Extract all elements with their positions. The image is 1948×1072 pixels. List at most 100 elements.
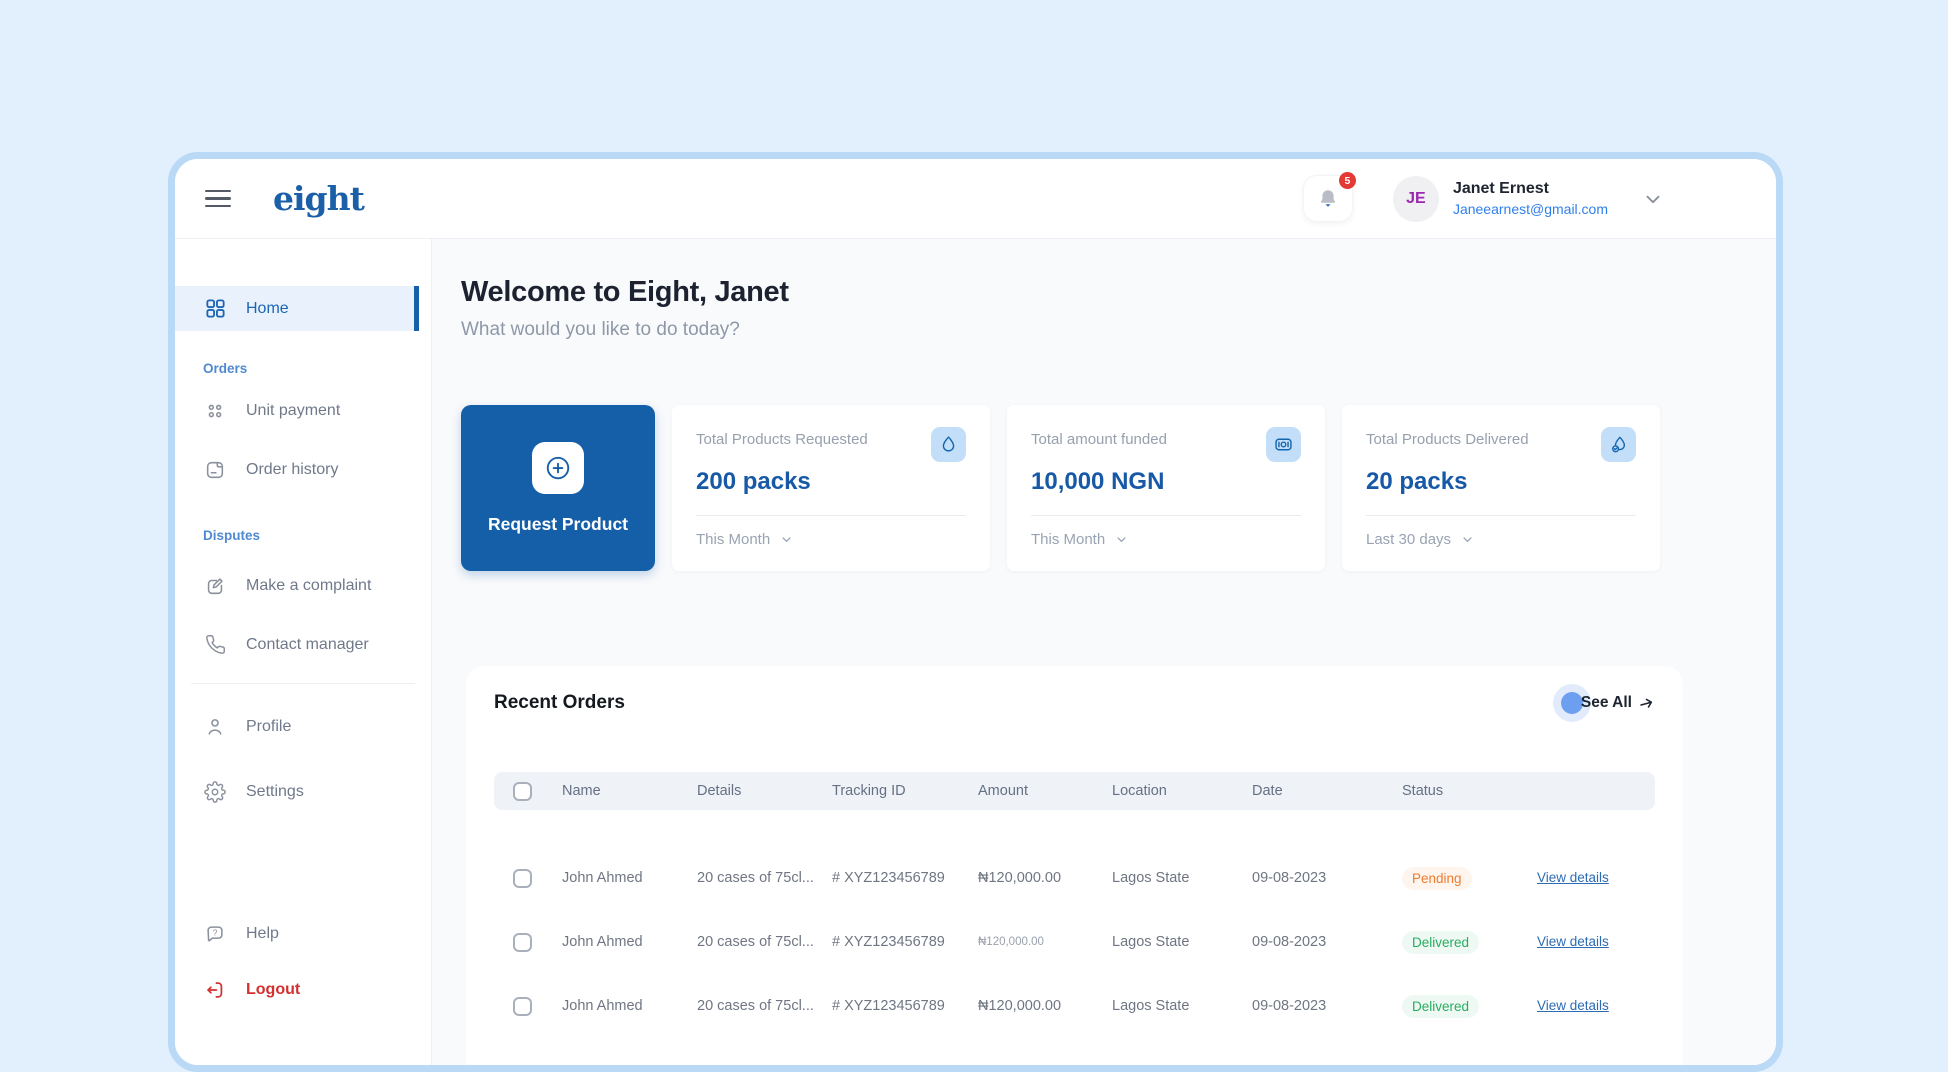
stat-card-products-delivered: Total Products Delivered 20 packs Last 3… (1342, 405, 1660, 571)
page-title: Welcome to Eight, Janet (461, 276, 789, 308)
view-details-link[interactable]: View details (1537, 998, 1609, 1013)
cell-details: 20 cases of 75cl... (697, 870, 814, 886)
stat-card-amount-funded: Total amount funded 10,000 NGN This Mont… (1007, 405, 1325, 571)
row-checkbox[interactable] (512, 932, 532, 952)
hamburger-menu-icon[interactable] (205, 185, 231, 213)
sidebar-item-unit-payment[interactable]: Unit payment (175, 388, 431, 433)
user-email: Janeearnest@gmail.com (1452, 201, 1608, 217)
avatar[interactable]: JE (1392, 175, 1439, 222)
orders-table: Name Details Tracking ID Amount Location… (494, 772, 1655, 1038)
app-logo: eight (273, 179, 365, 218)
column-header-date: Date (1252, 783, 1283, 799)
view-details-link[interactable]: View details (1537, 870, 1609, 885)
sidebar-item-label: Make a complaint (246, 576, 372, 594)
column-header-amount: Amount (978, 783, 1028, 799)
document-clock-icon (203, 459, 227, 481)
app-header: eight 5 JE Janet Ernest Janeearnest@gmai… (175, 159, 1776, 239)
svg-text:?: ? (213, 927, 218, 937)
cell-name: John Ahmed (562, 870, 643, 886)
sidebar-section-orders: Orders (203, 361, 248, 376)
cell-location: Lagos State (1112, 870, 1190, 886)
cell-name: John Ahmed (562, 934, 643, 950)
notification-badge: 5 (1338, 172, 1356, 189)
sidebar-item-help[interactable]: ? Help (175, 911, 431, 956)
bell-icon (1316, 187, 1340, 211)
cell-date: 09-08-2023 (1252, 870, 1327, 886)
stat-title: Total amount funded (1031, 431, 1167, 448)
period-dropdown[interactable]: Last 30 days (1366, 531, 1475, 548)
user-menu-chevron-down-icon[interactable] (1642, 188, 1664, 210)
chevron-down-icon (1114, 532, 1129, 547)
help-bubble-icon: ? (203, 923, 227, 945)
user-info: Janet Ernest Janeearnest@gmail.com (1453, 180, 1608, 217)
period-dropdown[interactable]: This Month (696, 531, 794, 548)
period-label: This Month (696, 531, 771, 548)
column-header-name: Name (562, 783, 601, 799)
status-badge: Delivered (1402, 994, 1480, 1018)
stat-value: 10,000 NGN (1031, 468, 1165, 495)
chevron-down-icon (779, 532, 794, 547)
plus-circle-icon (532, 441, 584, 494)
request-product-label: Request Product (487, 513, 629, 534)
stats-cards-row: Request Product Total Products Requested… (461, 405, 1776, 571)
stat-card-products-requested: Total Products Requested 200 packs This … (672, 405, 990, 571)
droplet-check-icon (1601, 427, 1636, 462)
column-header-status: Status (1402, 783, 1444, 799)
row-checkbox[interactable] (512, 868, 532, 888)
cash-icon (1266, 427, 1301, 462)
cell-amount: ₦120,000.00 (978, 936, 1044, 948)
status-badge: Delivered (1402, 930, 1480, 954)
column-header-location: Location (1112, 783, 1167, 799)
page-subtitle: What would you like to do today? (461, 319, 740, 340)
arrow-right-icon (1636, 693, 1657, 714)
period-label: Last 30 days (1366, 531, 1452, 548)
sidebar-item-home[interactable]: Home (175, 286, 419, 331)
droplet-icon (931, 427, 966, 462)
main-content: Welcome to Eight, Janet What would you l… (432, 239, 1776, 1065)
request-product-button[interactable]: Request Product (461, 405, 655, 571)
header-right: 5 JE Janet Ernest Janeearnest@gmail.com (1302, 172, 1664, 222)
sidebar-item-order-history[interactable]: Order history (175, 447, 431, 492)
user-icon (203, 716, 227, 738)
cell-tracking-id: # XYZ123456789 (832, 934, 945, 950)
sidebar-item-profile[interactable]: Profile (175, 704, 431, 749)
sidebar-item-contact-manager[interactable]: Contact manager (175, 622, 431, 667)
user-name: Janet Ernest (1452, 180, 1549, 197)
see-all-link[interactable]: See All (1560, 692, 1657, 714)
sidebar-item-label: Home (246, 299, 289, 317)
stat-value: 20 packs (1366, 468, 1468, 495)
table-row: John Ahmed 20 cases of 75cl... # XYZ1234… (494, 910, 1655, 974)
sidebar-divider (191, 683, 415, 684)
cell-amount: ₦120,000.00 (978, 870, 1062, 886)
divider (1031, 515, 1301, 516)
period-dropdown[interactable]: This Month (1031, 531, 1129, 548)
logout-icon (203, 979, 227, 1001)
table-row: John Ahmed 20 cases of 75cl... # XYZ1234… (494, 846, 1655, 910)
stat-value: 200 packs (696, 468, 811, 495)
sidebar-item-label: Settings (246, 782, 304, 800)
stat-title: Total Products Requested (696, 431, 868, 448)
sidebar-item-label: Logout (246, 980, 301, 998)
table-header-row: Name Details Tracking ID Amount Location… (494, 772, 1655, 810)
row-checkbox[interactable] (512, 996, 532, 1016)
sidebar-item-settings[interactable]: Settings (175, 769, 431, 814)
column-header-tracking-id: Tracking ID (832, 783, 906, 799)
period-label: This Month (1031, 531, 1106, 548)
cell-location: Lagos State (1112, 934, 1190, 950)
recent-orders-panel: Recent Orders See All Name Details Track… (466, 666, 1683, 1065)
sidebar-item-make-a-complaint[interactable]: Make a complaint (175, 563, 431, 608)
table-row: John Ahmed 20 cases of 75cl... # XYZ1234… (494, 974, 1655, 1038)
notifications-button[interactable]: 5 (1302, 172, 1356, 222)
stat-title: Total Products Delivered (1366, 431, 1529, 448)
phone-icon (203, 634, 227, 655)
dots-grid-icon (203, 400, 227, 422)
sidebar-item-label: Profile (246, 717, 292, 735)
grid-icon (203, 297, 227, 320)
app-window: eight 5 JE Janet Ernest Janeearnest@gmai… (168, 152, 1783, 1072)
cursor-dot (1560, 692, 1583, 714)
sidebar-section-disputes: Disputes (203, 528, 261, 543)
view-details-link[interactable]: View details (1537, 934, 1609, 949)
select-all-checkbox[interactable] (512, 781, 532, 801)
sidebar-item-logout[interactable]: Logout (175, 967, 431, 1012)
column-header-details: Details (697, 783, 742, 799)
